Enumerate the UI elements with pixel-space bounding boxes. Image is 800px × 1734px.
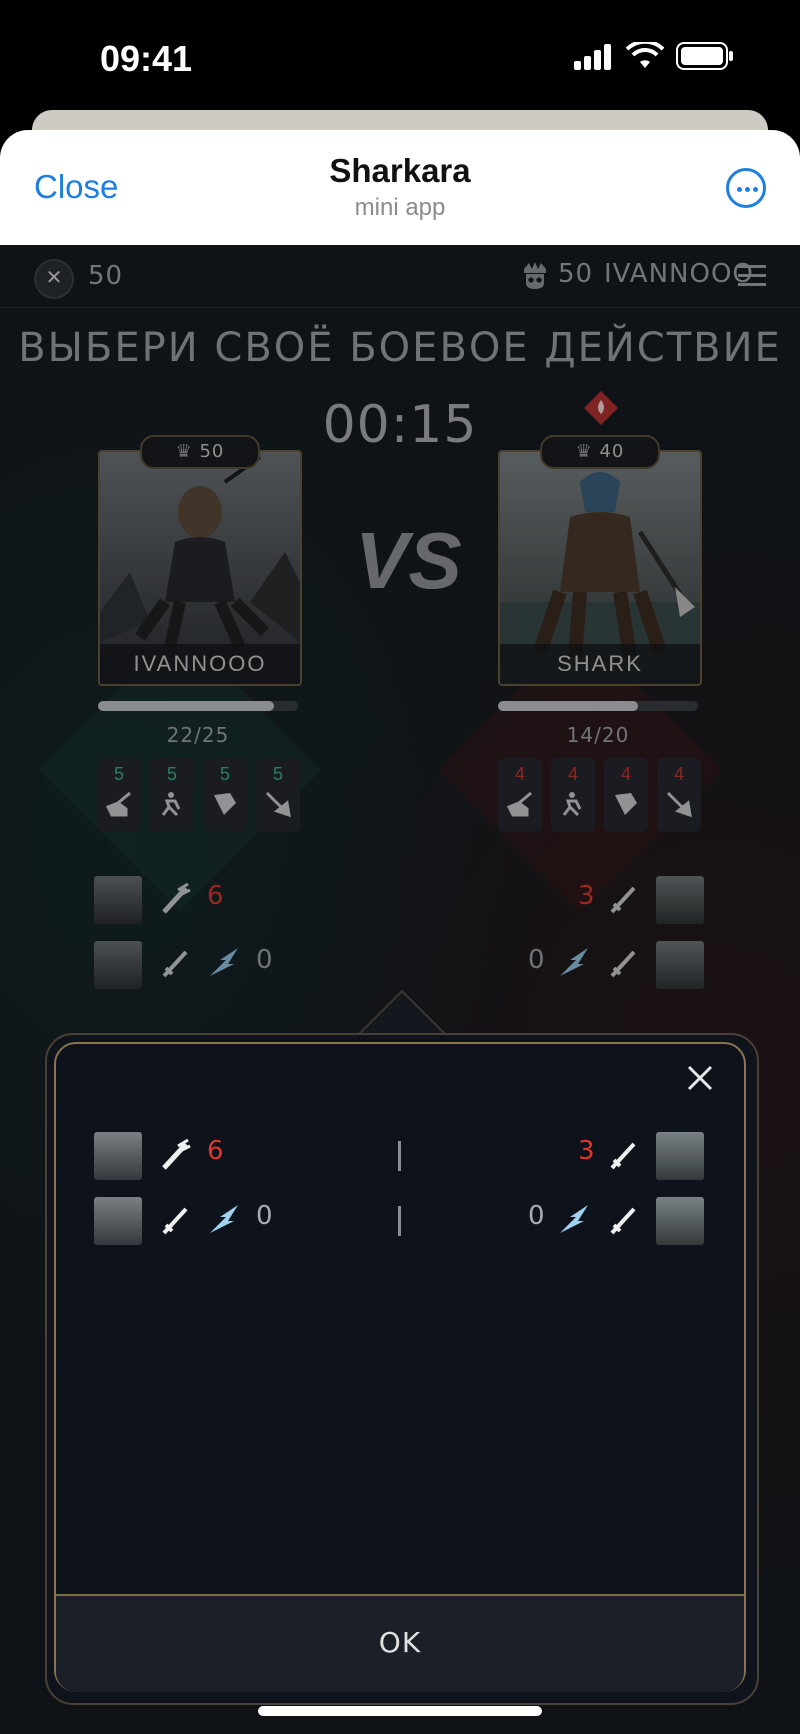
more-icon[interactable] (726, 168, 766, 208)
mace-icon (162, 1138, 191, 1170)
home-indicator[interactable] (258, 1706, 542, 1716)
row-separator (398, 1141, 401, 1171)
modal-row-2-right-value: 0 (528, 1201, 546, 1231)
status-time: 09:41 (100, 38, 193, 79)
modal-row-1-left-value: 6 (207, 1136, 225, 1166)
enemy-avatar-thumb (656, 1197, 704, 1245)
enemy-avatar-thumb (656, 1132, 704, 1180)
modal-row-2-left-value: 0 (256, 1201, 274, 1231)
player-avatar-thumb (94, 1197, 142, 1245)
modal-row-1-right-value: 3 (578, 1136, 596, 1166)
sword-icon (610, 1207, 636, 1235)
row-separator (398, 1206, 401, 1236)
signal-icon (574, 44, 614, 70)
battery-icon (676, 42, 733, 70)
sword-icon (610, 1142, 636, 1170)
close-icon[interactable] (682, 1060, 718, 1096)
dash-icon (210, 1205, 238, 1233)
player-avatar-thumb (94, 1132, 142, 1180)
status-bar: 09:41 (0, 0, 800, 118)
app-title: Sharkara (329, 152, 471, 189)
app-subtitle: mini app (354, 194, 446, 221)
ok-button[interactable]: OK (56, 1600, 744, 1686)
wifi-icon (626, 42, 664, 68)
dash-icon (560, 1205, 588, 1233)
sword-icon (162, 1207, 188, 1235)
